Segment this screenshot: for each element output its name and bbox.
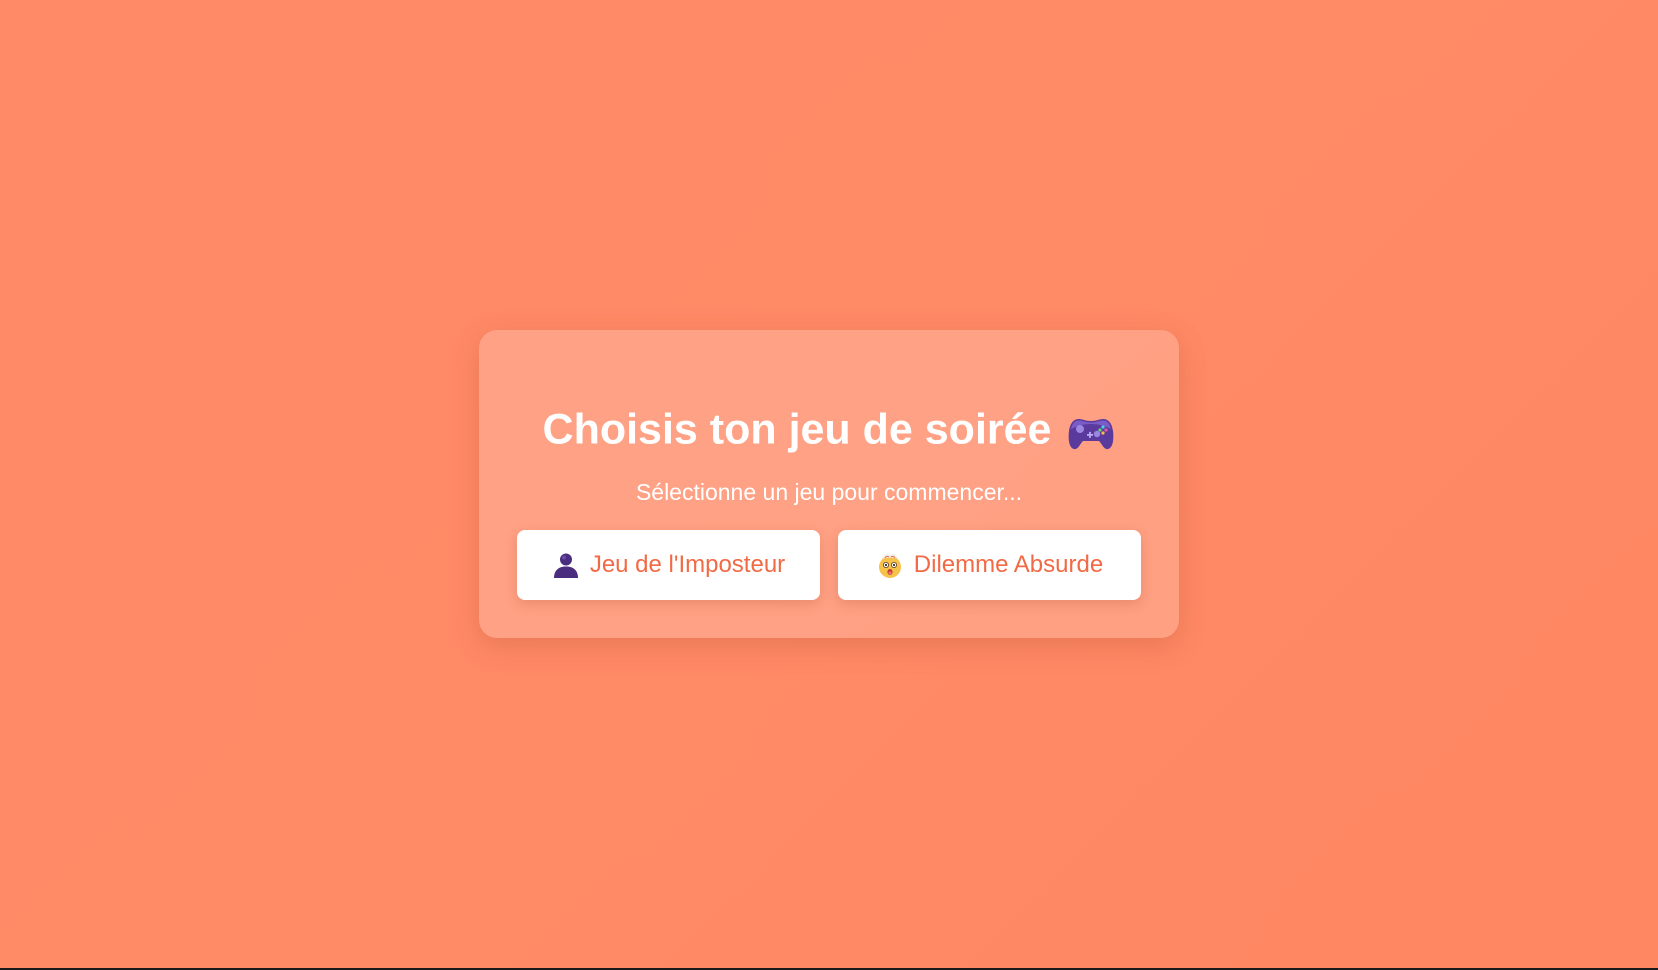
absurd-dilemma-label: Dilemme Absurde: [913, 551, 1104, 578]
page-title-text: Choisis ton jeu de soirée: [542, 405, 1052, 454]
impostor-game-label: Jeu de l'Imposteur: [589, 551, 786, 578]
bust-silhouette-icon: [552, 551, 580, 579]
page-background: Choisis ton jeu de soirée Sélectionne un…: [0, 0, 1658, 968]
game-controller-icon: [1067, 412, 1115, 449]
page-subtitle: Sélectionne un jeu pour commencer...: [635, 479, 1023, 505]
impostor-game-button[interactable]: Jeu de l'Imposteur: [517, 530, 820, 600]
page-title: Choisis ton jeu de soirée: [479, 402, 1179, 455]
exploding-head-icon: [876, 551, 904, 579]
game-selection-card: Choisis ton jeu de soirée Sélectionne un…: [479, 330, 1179, 638]
absurd-dilemma-button[interactable]: Dilemme Absurde: [838, 530, 1141, 600]
